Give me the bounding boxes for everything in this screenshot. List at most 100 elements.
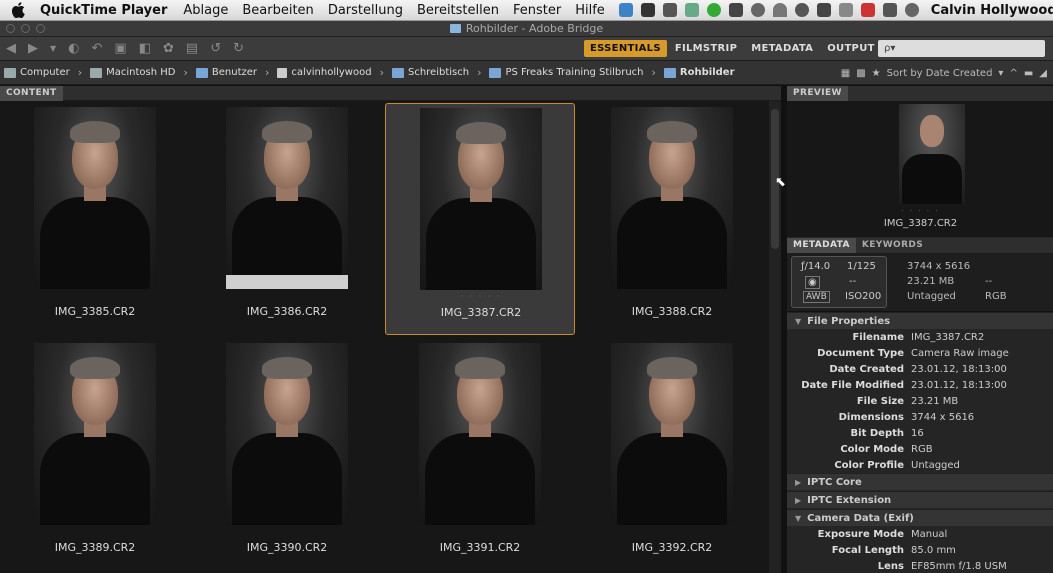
sort-direction-icon[interactable]: ^ [1009,68,1017,79]
network-icon[interactable] [684,3,699,17]
crumb-rohbilder[interactable]: Rohbilder [663,67,735,78]
workspace-output[interactable]: OUTPUT [821,40,881,57]
thumbnail-cell[interactable]: IMG_3390.CR2 [192,339,382,571]
thumbnail-cell[interactable]: · · · · · IMG_3387.CR2 [385,103,575,335]
folder-icon[interactable]: ◢ [1039,68,1047,79]
metadata-value[interactable]: Manual [911,527,947,543]
user-menu[interactable]: Calvin Hollywood [931,3,1053,18]
tab-metadata[interactable]: METADATA [787,238,856,253]
thumbnail-cell[interactable]: IMG_3385.CR2 [0,103,190,335]
metadata-value[interactable]: 3744 x 5616 [911,410,974,426]
forward-icon[interactable]: ▶ [28,41,38,56]
camera-download-icon[interactable]: ▣ [114,41,126,56]
rating-dots[interactable]: · · · · · [386,292,576,301]
sync-icon[interactable] [706,3,721,17]
tab-preview[interactable]: PREVIEW [787,86,848,101]
thumbnail-cell[interactable]: IMG_3388.CR2 [577,103,767,335]
metadata-value[interactable]: RGB [911,442,933,458]
wifi-icon[interactable] [772,3,787,17]
thumbnail-image[interactable] [226,343,348,525]
menu-bereitstellen[interactable]: Bereitstellen [417,3,499,18]
refresh-icon[interactable] [904,3,919,17]
content-scrollbar[interactable] [769,101,781,573]
sort-dropdown[interactable]: Sort by Date Created [887,68,993,79]
thumbnail-cell[interactable]: IMG_3391.CR2 [385,339,575,571]
rotate-left-icon[interactable]: ↺ [210,41,221,56]
monitor-icon[interactable] [816,3,831,17]
return-icon[interactable]: ↶ [92,41,103,56]
crumb-benutzer[interactable]: Benutzer [195,67,257,78]
quality-icon[interactable]: ▦ [841,68,850,79]
clock-icon[interactable] [750,3,765,17]
flag-icon[interactable] [860,3,875,17]
thumbnail-image[interactable] [611,343,733,525]
star-filter-icon[interactable]: ★ [872,68,881,79]
open-camera-raw-icon[interactable]: ✿ [163,41,174,56]
thumbnail-label: IMG_3391.CR2 [439,541,521,554]
metadata-value[interactable]: IMG_3387.CR2 [911,330,984,346]
thumbnail-cell[interactable]: IMG_3389.CR2 [0,339,190,571]
metadata-row: Focal Length 85.0 mm [787,543,1053,559]
adobe-icon[interactable] [640,3,655,17]
crumb-ps-freaks[interactable]: PS Freaks Training Stilbruch [489,67,644,78]
thumbnail-image[interactable] [226,107,348,289]
close-button[interactable] [6,24,15,33]
crumb-macintosh-hd[interactable]: Macintosh HD [90,67,175,78]
metadata-value[interactable]: 23.01.12, 18:13:00 [911,362,1007,378]
chevron-down-icon[interactable]: ▾ [998,68,1003,79]
volume-icon[interactable] [882,3,897,17]
workspace-metadata[interactable]: METADATA [745,40,819,57]
thumbnail-image[interactable] [34,107,156,289]
thumbnail-image[interactable] [611,107,733,289]
crumb-home[interactable]: calvinhollywood [277,67,372,78]
metadata-value[interactable]: 23.21 MB [911,394,958,410]
metadata-value[interactable]: 23.01.12, 18:13:00 [911,378,1007,394]
output-icon[interactable]: ▤ [186,41,198,56]
metadata-value[interactable]: EF85mm f/1.8 USM [911,559,1007,573]
section-file-properties[interactable]: ▼ File Properties [787,312,1053,329]
tab-content[interactable]: CONTENT [0,86,63,101]
tab-keywords[interactable]: KEYWORDS [856,238,929,253]
workspace-filmstrip[interactable]: FILMSTRIP [669,40,743,57]
crumb-schreibtisch[interactable]: Schreibtisch [391,67,469,78]
metadata-value[interactable]: Camera Raw image [911,346,1009,362]
back-icon[interactable]: ◀ [6,41,16,56]
search-input[interactable]: ρ▾ [878,40,1045,57]
menu-fenster[interactable]: Fenster [513,3,561,18]
section-camera-data[interactable]: ▼ Camera Data (Exif) [787,509,1053,526]
menu-darstellung[interactable]: Darstellung [328,3,403,18]
new-folder-icon[interactable]: ▬ [1024,68,1033,79]
app-menu[interactable]: QuickTime Player [40,3,167,18]
crumb-computer[interactable]: Computer [4,67,70,78]
section-iptc-extension[interactable]: ▶ IPTC Extension [787,491,1053,508]
timemachine-icon[interactable] [794,3,809,17]
workspace-essentials[interactable]: ESSENTIALS [584,40,667,57]
rating-dots[interactable]: · · · · · [787,207,1053,215]
metadata-value[interactable]: 85.0 mm [911,543,956,559]
thumbnail-image[interactable] [420,108,542,290]
preview-image[interactable] [899,104,965,204]
refine-icon[interactable]: ◧ [139,41,151,56]
metadata-value[interactable]: Untagged [911,458,960,474]
zoom-button[interactable] [36,24,45,33]
metadata-value[interactable]: 16 [911,426,924,442]
thumbnail-cell[interactable]: IMG_3386.CR2 [192,103,382,335]
menu-bearbeiten[interactable]: Bearbeiten [242,3,313,18]
chevron-down-icon[interactable]: ▼ [50,44,56,53]
thumbnail-cell[interactable]: IMG_3392.CR2 [577,339,767,571]
minimize-button[interactable] [21,24,30,33]
display-icon[interactable] [728,3,743,17]
menu-hilfe[interactable]: Hilfe [575,3,605,18]
menu-ablage[interactable]: Ablage [183,3,228,18]
thumbnail-image[interactable] [419,343,541,525]
bluetooth-icon[interactable] [838,3,853,17]
section-iptc-core[interactable]: ▶ IPTC Core [787,473,1053,490]
dropbox-icon[interactable] [618,3,633,17]
apple-icon[interactable] [12,2,26,18]
metadata-key: Date File Modified [801,380,904,391]
view-mode-icon[interactable]: ▩ [856,68,865,79]
list-icon[interactable] [662,3,677,17]
recent-icon[interactable]: ◐ [68,41,79,56]
thumbnail-image[interactable] [34,343,156,525]
rotate-right-icon[interactable]: ↻ [233,41,244,56]
